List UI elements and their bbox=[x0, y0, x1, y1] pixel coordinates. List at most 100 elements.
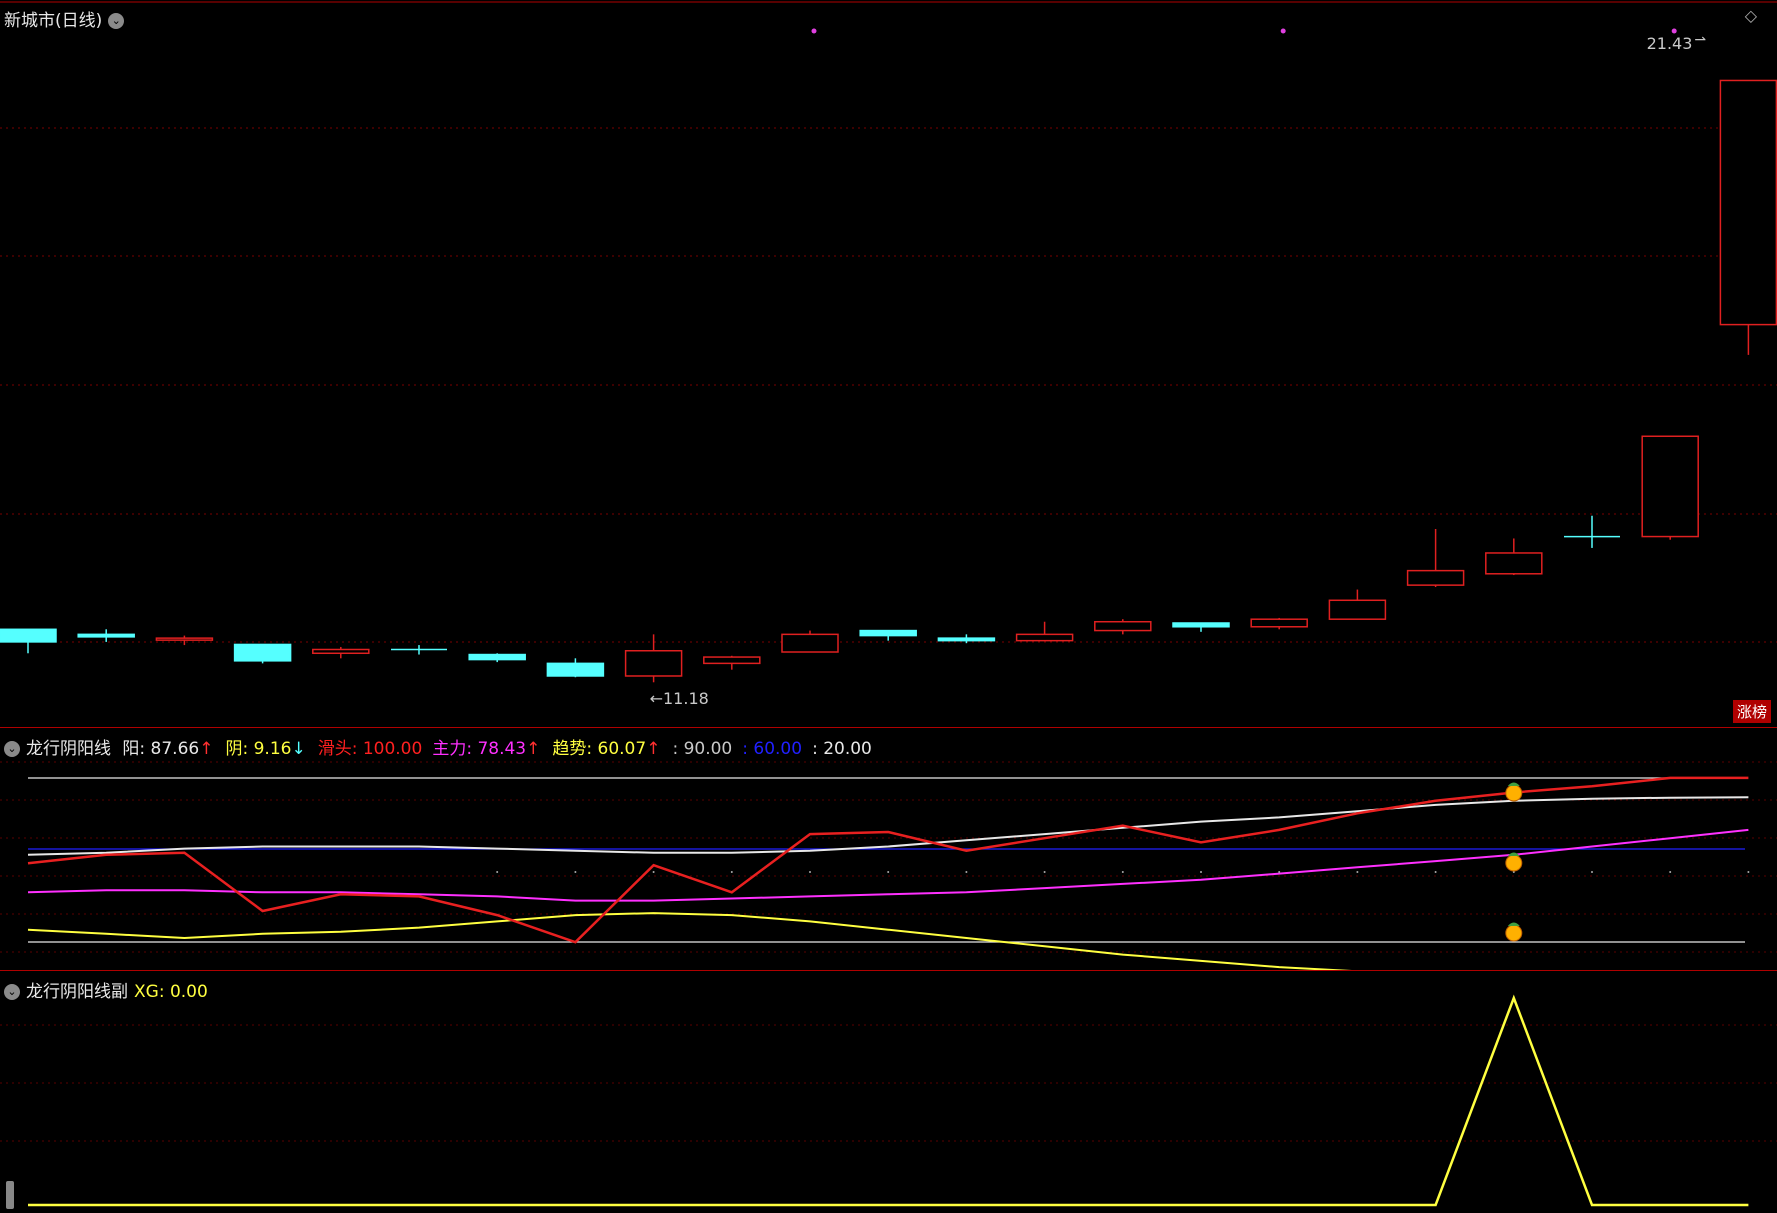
candle-body bbox=[312, 648, 370, 655]
xg-line bbox=[28, 994, 1749, 1207]
grid-dot bbox=[1200, 871, 1202, 873]
grid-dot bbox=[574, 871, 577, 873]
sub-header: ⌄ 龙行阴阳线副 XG: 0.00 bbox=[4, 977, 214, 1002]
candle-body bbox=[77, 633, 135, 638]
indicator-value-label: 滑头: 100.00 bbox=[317, 739, 423, 759]
candle bbox=[1172, 622, 1230, 632]
candle bbox=[546, 658, 605, 678]
fruit-body bbox=[1505, 854, 1523, 872]
candle-body bbox=[1328, 599, 1387, 620]
signal-dot bbox=[811, 28, 817, 34]
grid-dot bbox=[1356, 871, 1359, 873]
candle bbox=[155, 635, 214, 646]
candle-body bbox=[1641, 435, 1699, 538]
signal-dot bbox=[1280, 28, 1286, 34]
grid-dot bbox=[1043, 871, 1046, 873]
indicator-value-label: : 90.00 bbox=[672, 739, 733, 759]
candle bbox=[1485, 538, 1543, 576]
fruit-body bbox=[1505, 924, 1523, 942]
candle-body bbox=[1485, 552, 1543, 575]
indicator-header: ⌄ 龙行阴阳线 阳: 87.66↑ 阴: 9.16↓ 滑头: 100.00 主力: 78… bbox=[4, 734, 882, 759]
grid-dot bbox=[1434, 871, 1437, 873]
chevron-down-icon[interactable]: ⌄ bbox=[108, 13, 125, 29]
candle-body bbox=[1015, 633, 1074, 642]
indicator-value: 趋势: 60.07↑ bbox=[552, 739, 670, 759]
candle bbox=[233, 643, 292, 664]
period-label: (日线) bbox=[55, 11, 103, 31]
candle-body bbox=[1406, 569, 1465, 586]
grid-dot bbox=[887, 871, 890, 873]
candle-body bbox=[546, 662, 605, 677]
candle-body bbox=[703, 656, 761, 665]
kline-chart[interactable]: 21.43 ⇀ ←11.18 bbox=[0, 0, 1777, 727]
sub-indicator-panel[interactable]: ⌄ 龙行阴阳线副 XG: 0.00 bbox=[0, 971, 1777, 1213]
indicator-title: 龙行阴阳线 bbox=[26, 739, 111, 759]
candle-body bbox=[233, 643, 292, 662]
candle bbox=[312, 646, 370, 659]
candle-body bbox=[1250, 618, 1308, 628]
chevron-down-icon[interactable]: ⌄ bbox=[4, 741, 20, 757]
chevron-down-icon[interactable]: ⌄ bbox=[4, 984, 20, 1000]
indicator-value: : 90.00 bbox=[672, 739, 732, 759]
grid-dot bbox=[1121, 871, 1124, 873]
scroll-handle[interactable] bbox=[6, 1181, 14, 1209]
grid-dot bbox=[809, 871, 811, 873]
candle bbox=[1564, 515, 1620, 548]
candle-body bbox=[1172, 622, 1230, 628]
indicator-value-label: : 60.00 bbox=[742, 739, 803, 759]
candle-body bbox=[1094, 620, 1152, 632]
candle bbox=[1015, 621, 1074, 642]
candle bbox=[0, 628, 57, 654]
diamond-icon[interactable]: ◇ bbox=[1745, 6, 1757, 25]
indicator-panel[interactable]: ⌄ 龙行阴阳线 阳: 87.66↑ 阴: 9.16↓ 滑头: 100.00 主力: 78… bbox=[0, 728, 1777, 970]
sub-indicator-chart[interactable] bbox=[0, 971, 1777, 1213]
indicator-value: : 20.00 bbox=[812, 739, 872, 759]
indicator-value: 阳: 87.66↑ bbox=[122, 739, 223, 759]
sub-title: 龙行阴阳线副 bbox=[26, 982, 128, 1002]
candle bbox=[1719, 79, 1777, 355]
candle bbox=[1094, 619, 1152, 635]
fruit-leaf bbox=[1507, 922, 1520, 926]
candle bbox=[1641, 435, 1699, 540]
candle-body bbox=[155, 637, 214, 641]
arrow-icon: ⇀ bbox=[1694, 32, 1706, 48]
low-price-label: ←11.18 bbox=[650, 689, 709, 708]
grid-dot bbox=[652, 871, 655, 873]
indicator-value: 阴: 9.16↓ bbox=[225, 739, 315, 759]
candle bbox=[468, 653, 526, 663]
candle bbox=[859, 629, 917, 641]
rank-tag[interactable]: 涨榜 bbox=[1732, 700, 1771, 723]
indicator-value-label: : 20.00 bbox=[812, 739, 872, 759]
grid-dot bbox=[965, 871, 968, 873]
grid-dot bbox=[496, 871, 499, 873]
candle bbox=[1328, 589, 1387, 620]
indicator-value-label: 阴: 9.16 bbox=[225, 739, 292, 759]
high-price-label: 21.43 bbox=[1647, 34, 1693, 53]
kline-panel[interactable]: 21.43 ⇀ ←11.18 新城市(日线) ⌄ ◇ 涨榜 bbox=[0, 0, 1777, 727]
stock-name: 新城市 bbox=[4, 11, 55, 31]
arrow-up-icon: ↑ bbox=[646, 739, 661, 759]
arrow-up-icon: ↑ bbox=[199, 739, 214, 759]
arrow-down-icon: ↓ bbox=[291, 739, 306, 759]
indicator-value-label: 趋势: 60.07 bbox=[552, 739, 647, 759]
candle-body bbox=[1719, 79, 1777, 326]
fruit-icon bbox=[1505, 782, 1523, 802]
candle-body bbox=[937, 637, 996, 642]
indicator-value-label: 主力: 78.43 bbox=[432, 739, 527, 759]
indicator-value: : 60.00 bbox=[742, 739, 802, 759]
indicator-chart[interactable] bbox=[0, 728, 1777, 970]
xg-label: XG: bbox=[134, 982, 170, 1002]
grid-dot bbox=[730, 871, 733, 873]
candle bbox=[781, 630, 839, 653]
grid-dot bbox=[1591, 871, 1593, 873]
indicator-value: 滑头: 100.00 bbox=[318, 739, 423, 759]
grid-dot bbox=[1747, 871, 1750, 873]
candle-body bbox=[468, 653, 526, 661]
yang-line bbox=[27, 796, 1749, 856]
fruit-leaf bbox=[1507, 852, 1520, 856]
grid-dot bbox=[1669, 871, 1672, 873]
arrow-up-icon: ↑ bbox=[526, 739, 541, 759]
signal-dot bbox=[1671, 28, 1677, 34]
indicator-value: 主力: 78.43↑ bbox=[432, 739, 550, 759]
candle bbox=[391, 645, 447, 655]
